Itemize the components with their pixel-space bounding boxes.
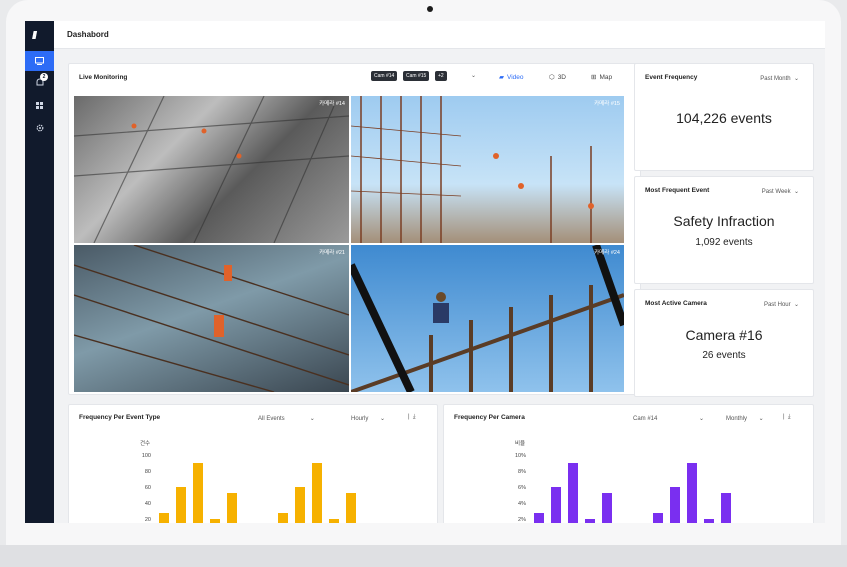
- y-tick-label: 8%: [518, 469, 526, 475]
- video-icon: ▰: [499, 74, 504, 81]
- chart-bar[interactable]: [295, 487, 305, 523]
- chart-bar[interactable]: [602, 493, 612, 523]
- camera-chip[interactable]: Cam #15: [403, 71, 430, 81]
- chart-bar[interactable]: [329, 519, 339, 523]
- chart-title: Frequency Per Camera: [454, 414, 525, 421]
- chart-bar[interactable]: [721, 493, 731, 523]
- chart-bar[interactable]: [551, 487, 561, 523]
- camera-chip-more[interactable]: +2: [435, 71, 447, 81]
- logo-icon: ///: [32, 30, 37, 42]
- camera-select-chevron-icon[interactable]: ⌄: [471, 72, 476, 79]
- plot-area: [530, 457, 760, 523]
- cube-icon: ⬡: [549, 74, 555, 81]
- y-axis-unit: 건수: [140, 441, 151, 447]
- chart-bar[interactable]: [653, 513, 663, 523]
- y-tick-label: 10%: [514, 453, 526, 459]
- chart-card: Frequency Per Camera Cam #14 ⌄ Monthly ⌄…: [443, 404, 814, 523]
- period-select[interactable]: Past Week ⌄: [762, 188, 799, 195]
- y-axis-unit: 비율: [515, 441, 526, 447]
- y-tick-label: 40: [144, 501, 151, 507]
- y-tick-label: 4%: [518, 501, 526, 507]
- chart-bar[interactable]: [227, 493, 237, 523]
- view-tab-map[interactable]: ⊞ Map: [591, 73, 612, 82]
- y-tick-label: 60: [144, 485, 151, 491]
- chart-bar[interactable]: [585, 519, 595, 523]
- live-monitoring-panel: Live Monitoring Cam #14 Cam #15 +2 ⌄ ▰ Vi…: [68, 63, 641, 395]
- chart-bar[interactable]: [346, 493, 356, 523]
- chart-bar[interactable]: [176, 487, 186, 523]
- stat-value: Camera #16: [685, 327, 763, 343]
- stat-sub: 1,092 events: [695, 237, 753, 248]
- chart-bar[interactable]: [278, 513, 288, 523]
- stat-title: Most Frequent Event: [645, 187, 710, 194]
- nav-settings-icon[interactable]: [25, 118, 54, 138]
- stat-card: Most Active Camera Past Hour ⌄ Camera #1…: [634, 289, 814, 397]
- app-screen: /// 2 Dashabord Live Monitoring Cam #14 …: [25, 21, 825, 523]
- nav-notifications-icon[interactable]: 2: [25, 72, 54, 92]
- stat-card: Event Frequency Past Month ⌄ 104,226 eve…: [634, 63, 814, 171]
- camera-feed[interactable]: 카메라 #14: [74, 96, 349, 243]
- camera-filter-select[interactable]: Cam #14 ⌄: [633, 415, 704, 422]
- chart-bar[interactable]: [534, 513, 544, 523]
- chart-bar[interactable]: [312, 463, 322, 523]
- y-tick-label: 100: [141, 453, 151, 459]
- nav-monitor-icon[interactable]: [25, 51, 54, 71]
- feed-label: 카메라 #15: [594, 101, 620, 107]
- laptop-base: [0, 545, 847, 567]
- camera-feed[interactable]: 카메라 #15: [351, 96, 624, 243]
- camera-feed[interactable]: 카메라 #21: [74, 245, 349, 392]
- nav-grid-icon[interactable]: [25, 95, 54, 115]
- stat-title: Most Active Camera: [645, 300, 707, 307]
- stat-sub: 26 events: [702, 350, 746, 361]
- stat-title: Event Frequency: [645, 74, 698, 81]
- period-select[interactable]: Past Month ⌄: [760, 75, 799, 82]
- y-tick-label: 2%: [518, 517, 526, 523]
- stat-value: Safety Infraction: [673, 213, 775, 229]
- page-title: Dashabord: [67, 30, 109, 39]
- topbar: Dashabord: [54, 21, 825, 49]
- view-tab-3d[interactable]: ⬡ 3D: [549, 73, 566, 82]
- chart-card: Frequency Per Event Type All Events ⌄ Ho…: [68, 404, 438, 523]
- download-icon[interactable]: | ⤓: [408, 414, 416, 421]
- view-tab-video[interactable]: ▰ Video: [499, 73, 524, 82]
- y-tick-label: 80: [144, 469, 151, 475]
- camera-feed[interactable]: 카메라 #24: [351, 245, 624, 392]
- plot-area: [155, 457, 385, 523]
- download-icon[interactable]: | ⤓: [783, 414, 791, 421]
- live-monitoring-title: Live Monitoring: [79, 74, 128, 81]
- period-select[interactable]: Past Hour ⌄: [764, 301, 799, 308]
- feed-label: 카메라 #14: [319, 101, 345, 107]
- chart-title: Frequency Per Event Type: [79, 414, 161, 421]
- y-tick-label: 6%: [518, 485, 526, 491]
- webcam-icon: [427, 6, 433, 12]
- chart-bar[interactable]: [568, 463, 578, 523]
- chart-bar[interactable]: [687, 463, 697, 523]
- interval-select[interactable]: Hourly ⌄: [351, 415, 385, 422]
- stat-value: 104,226 events: [676, 110, 772, 126]
- chart-bar[interactable]: [704, 519, 714, 523]
- map-icon: ⊞: [591, 74, 597, 81]
- camera-chip[interactable]: Cam #14: [371, 71, 398, 81]
- event-filter-select[interactable]: All Events ⌄: [258, 415, 315, 422]
- y-tick-label: 20: [144, 517, 151, 523]
- feed-label: 카메라 #21: [319, 250, 345, 256]
- stat-card: Most Frequent Event Past Week ⌄ Safety I…: [634, 176, 814, 284]
- feed-label: 카메라 #24: [594, 250, 620, 256]
- chart-bar[interactable]: [670, 487, 680, 523]
- chart-bar[interactable]: [159, 513, 169, 523]
- chart-bar[interactable]: [210, 519, 220, 523]
- notification-badge: 2: [40, 73, 48, 81]
- interval-select[interactable]: Monthly ⌄: [726, 415, 764, 422]
- chart-bar[interactable]: [193, 463, 203, 523]
- sidebar: /// 2: [25, 21, 54, 523]
